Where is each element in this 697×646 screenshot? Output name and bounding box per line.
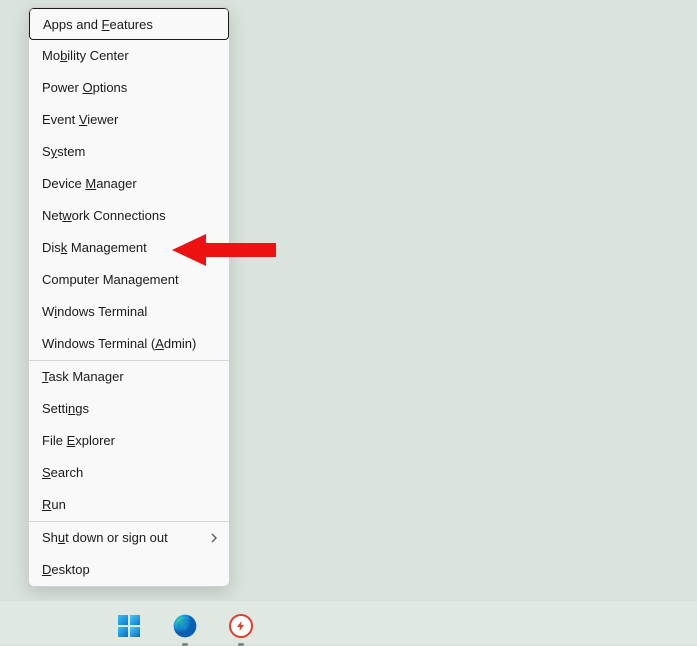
- menu-apps-features[interactable]: Apps and Features: [29, 8, 229, 40]
- menu-computer-management[interactable]: Computer Management: [29, 264, 229, 296]
- menu-windows-terminal[interactable]: Windows Terminal: [29, 296, 229, 328]
- menu-network-connections[interactable]: Network Connections: [29, 200, 229, 232]
- taskbar: [0, 600, 697, 644]
- windows-logo-icon: [118, 615, 140, 637]
- menu-power-options[interactable]: Power Options: [29, 72, 229, 104]
- chevron-right-icon: [209, 522, 219, 554]
- menu-device-manager[interactable]: Device Manager: [29, 168, 229, 200]
- menu-shutdown[interactable]: Shut down or sign out: [29, 522, 229, 554]
- menu-disk-management[interactable]: Disk Management: [29, 232, 229, 264]
- menu-file-explorer[interactable]: File Explorer: [29, 425, 229, 457]
- bolt-icon: [229, 614, 253, 638]
- menu-event-viewer[interactable]: Event Viewer: [29, 104, 229, 136]
- menu-system[interactable]: System: [29, 136, 229, 168]
- menu-mobility-center[interactable]: Mobility Center: [29, 40, 229, 72]
- menu-desktop[interactable]: Desktop: [29, 554, 229, 586]
- start-button[interactable]: [110, 607, 148, 645]
- winx-context-menu: Apps and FeaturesMobility CenterPower Op…: [28, 7, 230, 587]
- menu-run[interactable]: Run: [29, 489, 229, 521]
- taskbar-app-edge[interactable]: [166, 607, 204, 645]
- menu-task-manager[interactable]: Task Manager: [29, 361, 229, 393]
- menu-settings[interactable]: Settings: [29, 393, 229, 425]
- menu-search[interactable]: Search: [29, 457, 229, 489]
- menu-windows-terminal-admin[interactable]: Windows Terminal (Admin): [29, 328, 229, 360]
- taskbar-app-bolt[interactable]: [222, 607, 260, 645]
- edge-icon: [172, 613, 198, 639]
